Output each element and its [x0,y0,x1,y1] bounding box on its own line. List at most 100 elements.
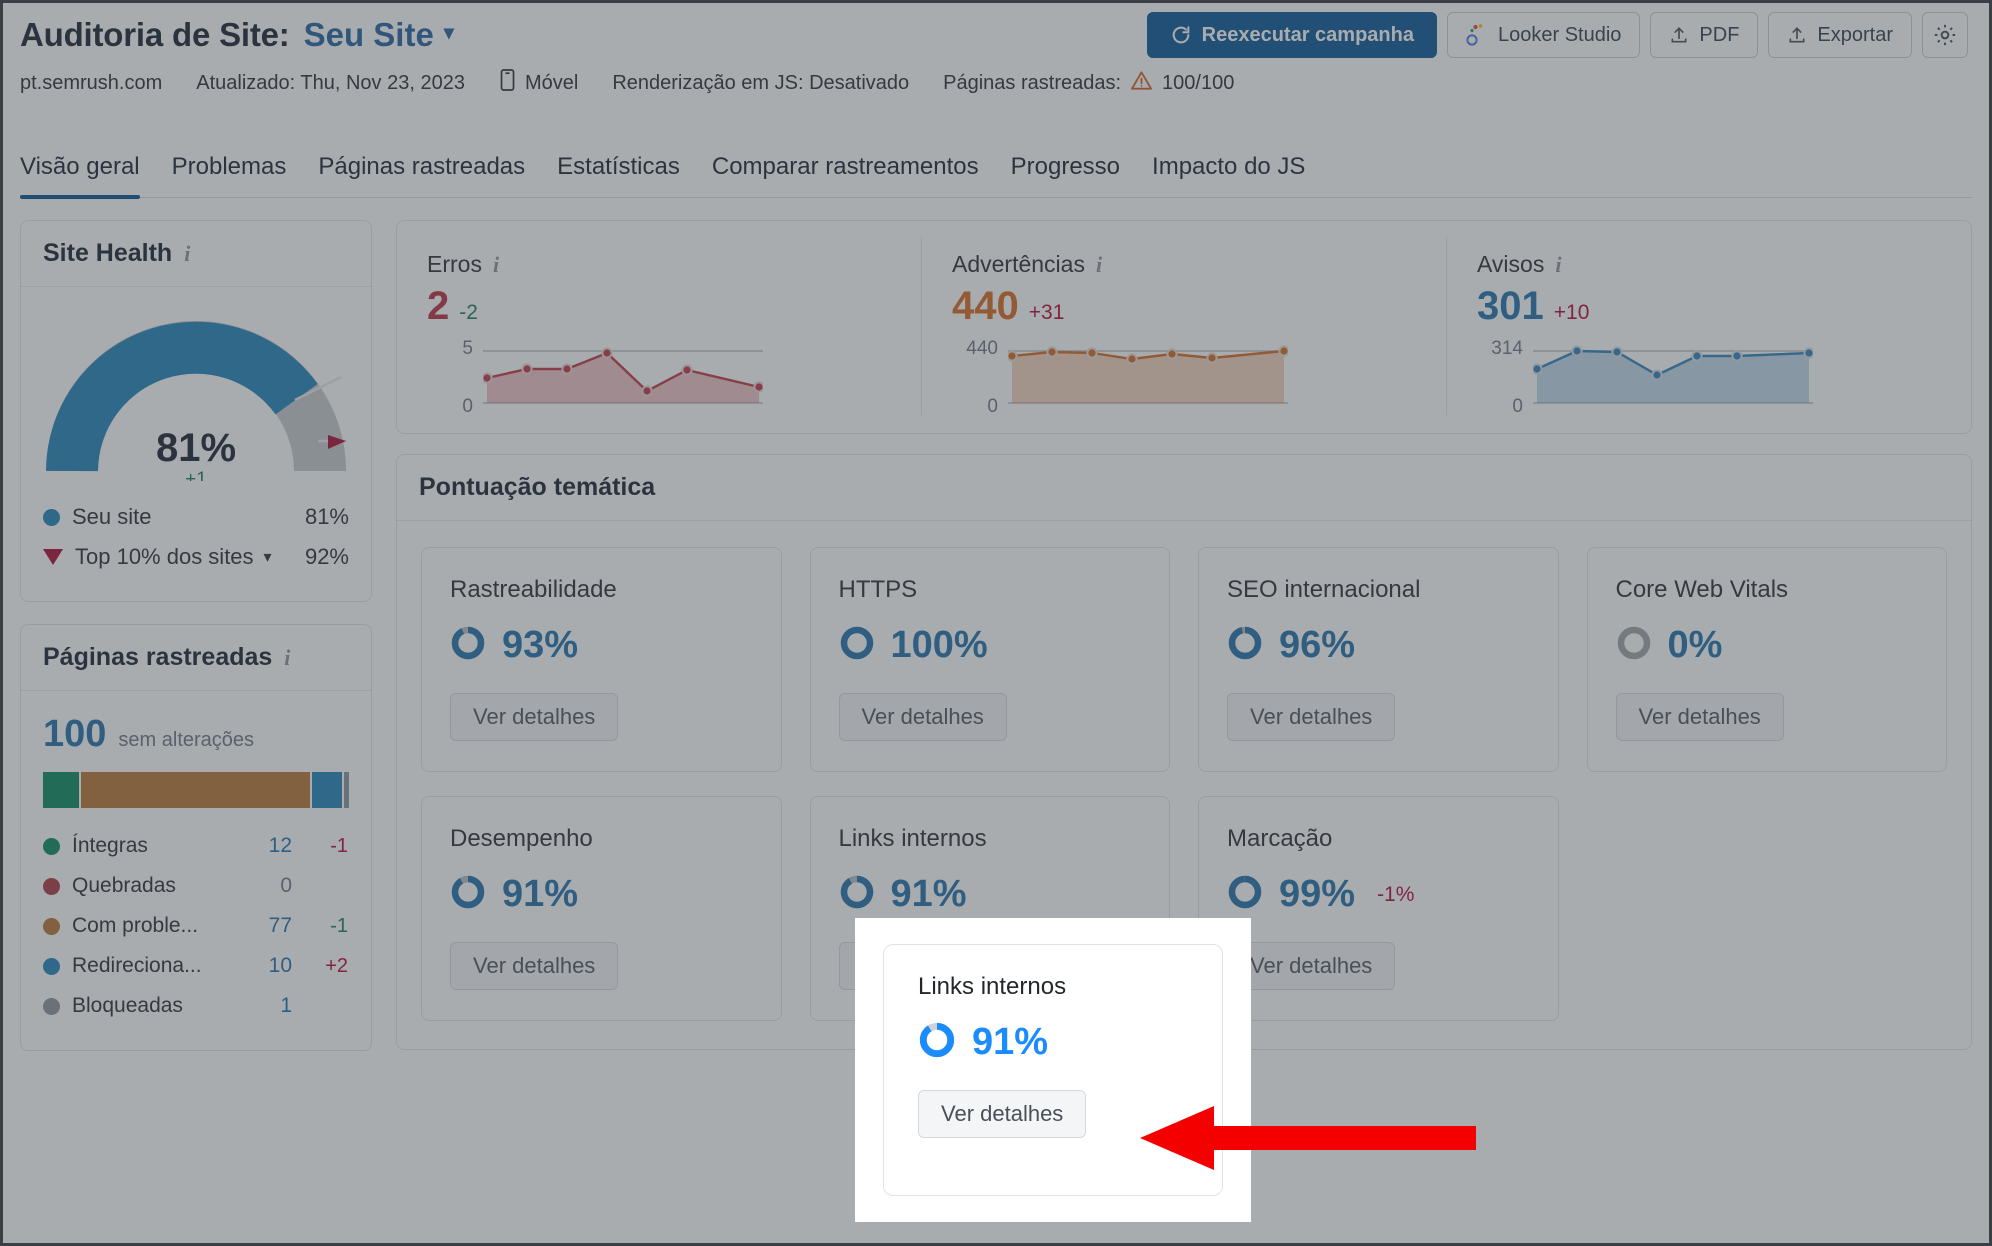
metric-sparkline: 314 0 [1477,338,1941,417]
legend-triangle-icon [43,549,63,565]
settings-button[interactable] [1922,12,1968,58]
metric-label: Erros [427,251,482,277]
rerun-campaign-button[interactable]: Reexecutar campanha [1146,12,1437,58]
status-dot-icon [43,877,60,895]
view-details-button[interactable]: Ver detalhes [1227,693,1396,741]
crawled-pages-body: 100 sem alterações Íntegras 12 -1 Quebra… [21,691,371,1050]
crawled-row-count: 10 [268,954,292,977]
site-health-title: Site Health [43,239,173,267]
tab-problemas[interactable]: Problemas [172,153,287,197]
info-icon[interactable]: i [1096,252,1102,278]
meta-bar: pt.semrush.com Atualizado: Thu, Nov 23, … [20,62,1972,104]
ring-progress-icon [450,625,486,666]
axis-tick-top: 440 [966,338,998,359]
thematic-card-marcacao[interactable]: Marcação 99% -1% Ver detalhes [1198,796,1559,1021]
view-details-button[interactable]: Ver detalhes [838,693,1007,741]
info-icon[interactable]: i [1555,252,1561,278]
thematic-card-score: 0% [1616,624,1919,667]
metric-value: 2 [427,284,450,328]
view-details-button[interactable]: Ver detalhes [1615,693,1784,741]
looker-studio-label: Looker Studio [1497,23,1622,46]
site-health-card: Site Health i 81% +1 Seu site 81% Top 10… [20,220,372,602]
spotlight-panel: Links internos 91% Ver detalhes [855,918,1251,1222]
metric-sparkline: 440 0 [952,338,1416,417]
metric-change: -2 [459,301,478,324]
refresh-icon [1170,24,1192,46]
tab-comparar-rastreamentos[interactable]: Comparar rastreamentos [712,153,979,197]
issues-metrics-row: Erros i 2 -2 5 0 Advertências i 440 +31 … [397,221,1971,433]
legend-value: 92% [304,544,349,569]
header-actions: Reexecutar campanha Looker Studio PDF Ex… [1146,12,1972,58]
thematic-card-core-web-vitals[interactable]: Core Web Vitals 0% Ver detalhes [1586,547,1947,772]
site-health-header: Site Health i [21,221,371,287]
thematic-card-name: Core Web Vitals [1615,576,1789,603]
crawled-row-delta: -1 [330,914,348,937]
crawled-row-count: 1 [280,994,292,1017]
crawled-pages-label: Páginas rastreadas: [943,71,1122,94]
view-details-button[interactable]: Ver detalhes [450,942,619,990]
thematic-card-score: 91% [839,873,1142,916]
screenshot-root: Auditoria de Site: Seu Site ▾ Reexecutar… [0,0,1992,1246]
tab-estatisticas[interactable]: Estatísticas [557,153,680,197]
chevron-down-icon[interactable]: ▾ [264,547,272,567]
thematic-card-name: Desempenho [450,825,593,852]
tab-visao-geral[interactable]: Visão geral [20,153,140,199]
export-button[interactable]: Exportar [1768,12,1912,58]
ring-progress-icon [1616,625,1652,666]
crawled-row-label: Com proble... [72,914,199,937]
looker-studio-button[interactable]: Looker Studio [1446,12,1641,58]
page-title: Auditoria de Site: [20,16,290,53]
device-indicator: Móvel [499,68,578,98]
thematic-card-name: Links internos [838,825,987,852]
tab-impacto-do-js[interactable]: Impacto do JS [1152,153,1305,197]
ring-progress-icon [450,874,486,915]
legend-value: 81% [304,504,349,529]
metric-header: Advertências i [952,251,1416,278]
metric-label: Advertências [952,251,1085,277]
spotlight-card-links-internos[interactable]: Links internos 91% Ver detalhes [883,944,1223,1196]
thematic-card-seo-internacional[interactable]: SEO internacional 96% Ver detalhes [1198,547,1559,772]
thematic-card-score: 100% [839,624,1142,667]
crawled-pages-header: Páginas rastreadas i [21,625,371,691]
thematic-card-delta: -1% [1377,882,1415,906]
thematic-card-pct: 0% [1667,624,1723,666]
thematic-card-name: Rastreabilidade [450,576,617,603]
spotlight-view-details-button[interactable]: Ver detalhes [918,1090,1087,1138]
legend-row-top-sites[interactable]: Top 10% dos sites ▾ 92% [43,537,349,577]
sparkline-axis: 314 0 [1477,338,1533,417]
info-icon[interactable]: i [284,645,290,671]
metric-value: 301 [1477,284,1544,328]
metric-header: Erros i [427,251,891,278]
site-health-delta: +1 [185,469,207,481]
sparkline-axis: 5 0 [427,338,483,417]
thematic-card-https[interactable]: HTTPS 100% Ver detalhes [809,547,1170,772]
legend-label: Seu site [72,504,152,529]
crawled-row-label: Íntegras [72,834,148,857]
info-icon[interactable]: i [493,252,499,278]
info-icon[interactable]: i [184,241,190,267]
ring-progress-icon [1227,874,1263,915]
thematic-card-desempenho[interactable]: Desempenho 91% Ver detalhes [421,796,782,1021]
tab-paginas-rastreadas[interactable]: Páginas rastreadas [318,153,525,197]
upload-icon [1787,24,1807,46]
upload-icon [1669,24,1689,46]
crawled-row: Redireciona... 10 +2 [43,946,349,986]
status-dot-icon [43,917,60,935]
tab-progresso[interactable]: Progresso [1011,153,1120,197]
left-column: Site Health i 81% +1 Seu site 81% Top 10… [20,220,372,1051]
view-details-button[interactable]: Ver detalhes [1227,942,1396,990]
site-selector-label[interactable]: Seu Site [304,16,434,54]
thematic-card-score: 93% [450,624,753,667]
view-details-button[interactable]: Ver detalhes [450,693,619,741]
crawled-pages-change: sem alterações [118,729,255,751]
site-health-legend: Seu site 81% Top 10% dos sites ▾ 92% [21,491,371,601]
crawled-row-count: 12 [268,834,292,857]
updated-label: Atualizado: Thu, Nov 23, 2023 [196,71,465,94]
axis-tick-bottom: 0 [462,396,473,417]
crawled-row: Quebradas 0 [43,866,349,906]
thematic-card-rastreabilidade[interactable]: Rastreabilidade 93% Ver detalhes [421,547,782,772]
pdf-export-button[interactable]: PDF [1650,12,1759,58]
chevron-down-icon[interactable]: ▾ [444,20,454,45]
thematic-card-pct: 96% [1279,624,1356,666]
thematic-card-name: Marcação [1227,825,1333,852]
